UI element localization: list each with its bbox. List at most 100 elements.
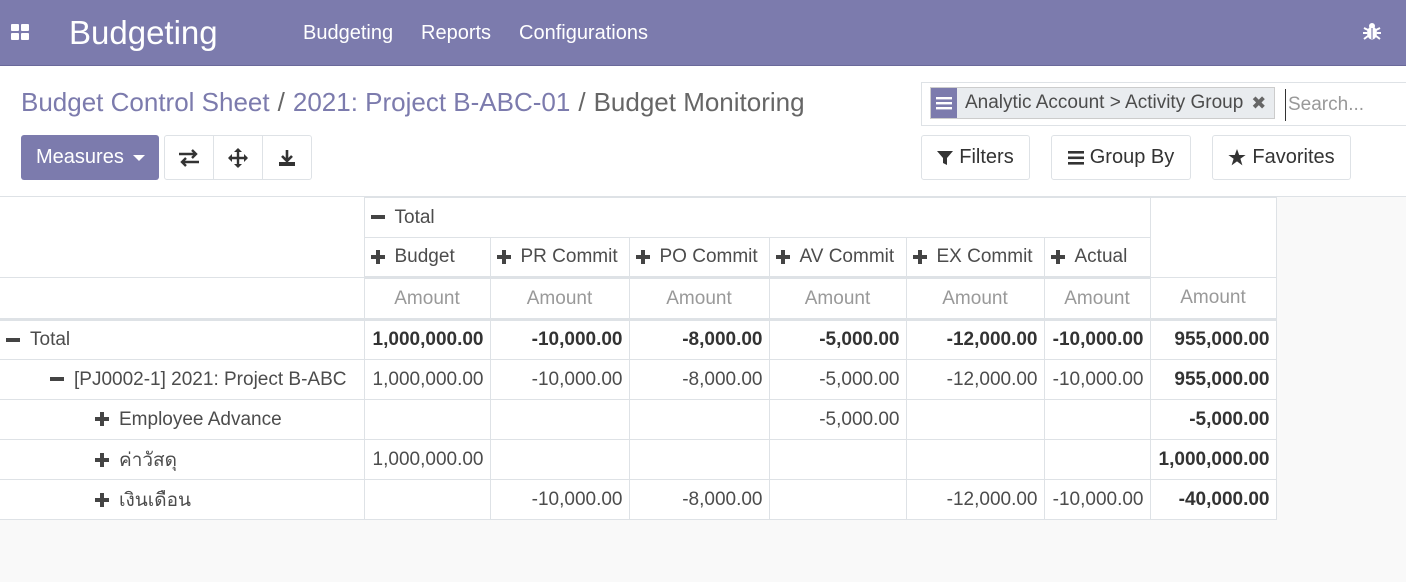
pivot-col-header-po-commit[interactable]: PO Commit	[628, 237, 770, 279]
search-input[interactable]	[1285, 89, 1406, 121]
pivot-cell[interactable]: -10,000.00	[1043, 319, 1151, 360]
groupby-button[interactable]: Group By	[1051, 135, 1191, 180]
expand-icon	[775, 249, 790, 264]
pivot-col-header-total[interactable]: Total	[363, 197, 1151, 238]
table-row: Employee Advance -5,000.00 -5,000.00	[0, 399, 1277, 440]
download-button[interactable]	[263, 136, 311, 179]
filters-button[interactable]: Filters	[921, 135, 1030, 180]
pivot-cell[interactable]: -5,000.00	[768, 399, 907, 440]
menu-budgeting[interactable]: Budgeting	[303, 20, 393, 46]
pivot-cell[interactable]: -10,000.00	[489, 319, 630, 360]
pivot-total-cell[interactable]: -40,000.00	[1149, 479, 1277, 520]
collapse-icon	[370, 210, 385, 224]
pivot-cell[interactable]: -10,000.00	[489, 359, 630, 400]
app-brand[interactable]: Budgeting	[69, 13, 218, 53]
pivot-cell[interactable]	[363, 479, 491, 520]
collapse-icon	[6, 333, 20, 347]
pivot-cell[interactable]	[363, 399, 491, 440]
pivot-cell[interactable]: -5,000.00	[768, 359, 907, 400]
pivot-row-header-total[interactable]: Total	[0, 319, 365, 360]
measure-header[interactable]: Amount	[628, 277, 770, 321]
menu-configurations[interactable]: Configurations	[519, 20, 648, 46]
filters-label: Filters	[959, 146, 1014, 168]
pivot-row-header-employee-advance[interactable]: Employee Advance	[0, 399, 365, 440]
menu-reports[interactable]: Reports	[421, 20, 491, 46]
pivot-row-header-salary[interactable]: เงินเดือน	[0, 479, 365, 520]
pivot-cell[interactable]: -10,000.00	[1043, 359, 1151, 400]
expand-all-button[interactable]	[214, 136, 263, 179]
expand-all-icon	[228, 147, 248, 168]
measure-header[interactable]: Amount	[768, 277, 907, 321]
pivot-cell[interactable]: -12,000.00	[905, 319, 1045, 360]
expand-icon	[370, 249, 385, 264]
pivot-cell[interactable]	[905, 439, 1045, 480]
pivot-actions	[164, 135, 312, 180]
flip-axis-button[interactable]	[165, 136, 214, 179]
groupby-label: Group By	[1089, 146, 1175, 168]
table-row: [PJ0002-1] 2021: Project B-ABC 1,000,000…	[0, 359, 1277, 400]
pivot-cell[interactable]: -8,000.00	[628, 359, 770, 400]
measures-label: Measures	[36, 146, 124, 168]
pivot-cell[interactable]: 1,000,000.00	[363, 439, 491, 480]
pivot-cell[interactable]: 1,000,000.00	[363, 359, 491, 400]
search-facet-groupby: Analytic Account > Activity Group ✖	[930, 87, 1276, 119]
breadcrumb-project[interactable]: 2021: Project B-ABC-01	[293, 87, 570, 117]
expand-icon	[95, 493, 109, 508]
expand-icon	[95, 412, 109, 427]
expand-icon	[496, 249, 511, 264]
measure-header[interactable]: Amount	[1043, 277, 1151, 321]
pivot-cell[interactable]	[628, 439, 770, 480]
pivot-cell[interactable]	[768, 479, 907, 520]
pivot-col-header-pr-commit[interactable]: PR Commit	[489, 237, 630, 279]
measures-dropdown-button[interactable]: Measures	[21, 135, 159, 180]
favorites-label: Favorites	[1252, 146, 1335, 168]
pivot-col-header-ex-commit[interactable]: EX Commit	[905, 237, 1045, 279]
pivot-cell[interactable]: -5,000.00	[768, 319, 907, 360]
pivot-total-cell[interactable]: 955,000.00	[1149, 319, 1277, 360]
pivot-cell[interactable]: -12,000.00	[905, 479, 1045, 520]
star-icon	[1228, 149, 1246, 166]
pivot-cell[interactable]	[1043, 399, 1151, 440]
breadcrumb-budget-control-sheet[interactable]: Budget Control Sheet	[21, 87, 270, 117]
breadcrumb-separator: /	[578, 87, 586, 117]
expand-icon	[635, 249, 650, 264]
remove-facet-icon[interactable]: ✖	[1251, 93, 1266, 114]
pivot-total-cell[interactable]: -5,000.00	[1149, 399, 1277, 440]
expand-icon	[912, 249, 927, 264]
pivot-cell[interactable]: -10,000.00	[489, 479, 630, 520]
pivot-cell[interactable]: -8,000.00	[628, 319, 770, 360]
pivot-table: Total Budget PR Commit PO Commit AV Comm…	[0, 197, 1277, 520]
pivot-corner	[0, 197, 365, 278]
measure-header[interactable]: Amount	[363, 277, 491, 321]
pivot-cell[interactable]: 1,000,000.00	[363, 319, 491, 360]
pivot-cell[interactable]: -10,000.00	[1043, 479, 1151, 520]
filter-icon	[937, 150, 954, 165]
bug-icon[interactable]	[1362, 22, 1382, 42]
pivot-cell[interactable]	[628, 399, 770, 440]
measure-header[interactable]: Amount	[489, 277, 630, 321]
pivot-cell[interactable]: -8,000.00	[628, 479, 770, 520]
pivot-cell[interactable]: -12,000.00	[905, 359, 1045, 400]
pivot-cell[interactable]	[768, 439, 907, 480]
download-icon	[279, 149, 295, 166]
group-by-icon	[1067, 150, 1084, 165]
pivot-row-header-materials[interactable]: ค่าวัสดุ	[0, 439, 365, 480]
pivot-cell[interactable]	[489, 399, 630, 440]
pivot-col-header-budget[interactable]: Budget	[363, 237, 491, 279]
measure-header[interactable]: Amount	[905, 277, 1045, 321]
measure-header[interactable]: Amount	[1149, 277, 1277, 321]
search-box: Analytic Account > Activity Group ✖	[921, 82, 1406, 126]
favorites-button[interactable]: Favorites	[1212, 135, 1351, 180]
pivot-col-header-actual[interactable]: Actual	[1043, 237, 1151, 279]
pivot-cell[interactable]	[905, 399, 1045, 440]
expand-icon	[1050, 249, 1065, 264]
pivot-cell[interactable]	[489, 439, 630, 480]
pivot-total-cell[interactable]: 1,000,000.00	[1149, 439, 1277, 480]
apps-grid-icon[interactable]	[11, 24, 31, 41]
pivot-row-header-project[interactable]: [PJ0002-1] 2021: Project B-ABC	[0, 359, 365, 400]
pivot-total-cell[interactable]: 955,000.00	[1149, 359, 1277, 400]
pivot-measure-corner	[0, 277, 365, 321]
facet-label: Analytic Account > Activity Group	[965, 92, 1244, 113]
pivot-col-header-av-commit[interactable]: AV Commit	[768, 237, 907, 279]
pivot-cell[interactable]	[1043, 439, 1151, 480]
